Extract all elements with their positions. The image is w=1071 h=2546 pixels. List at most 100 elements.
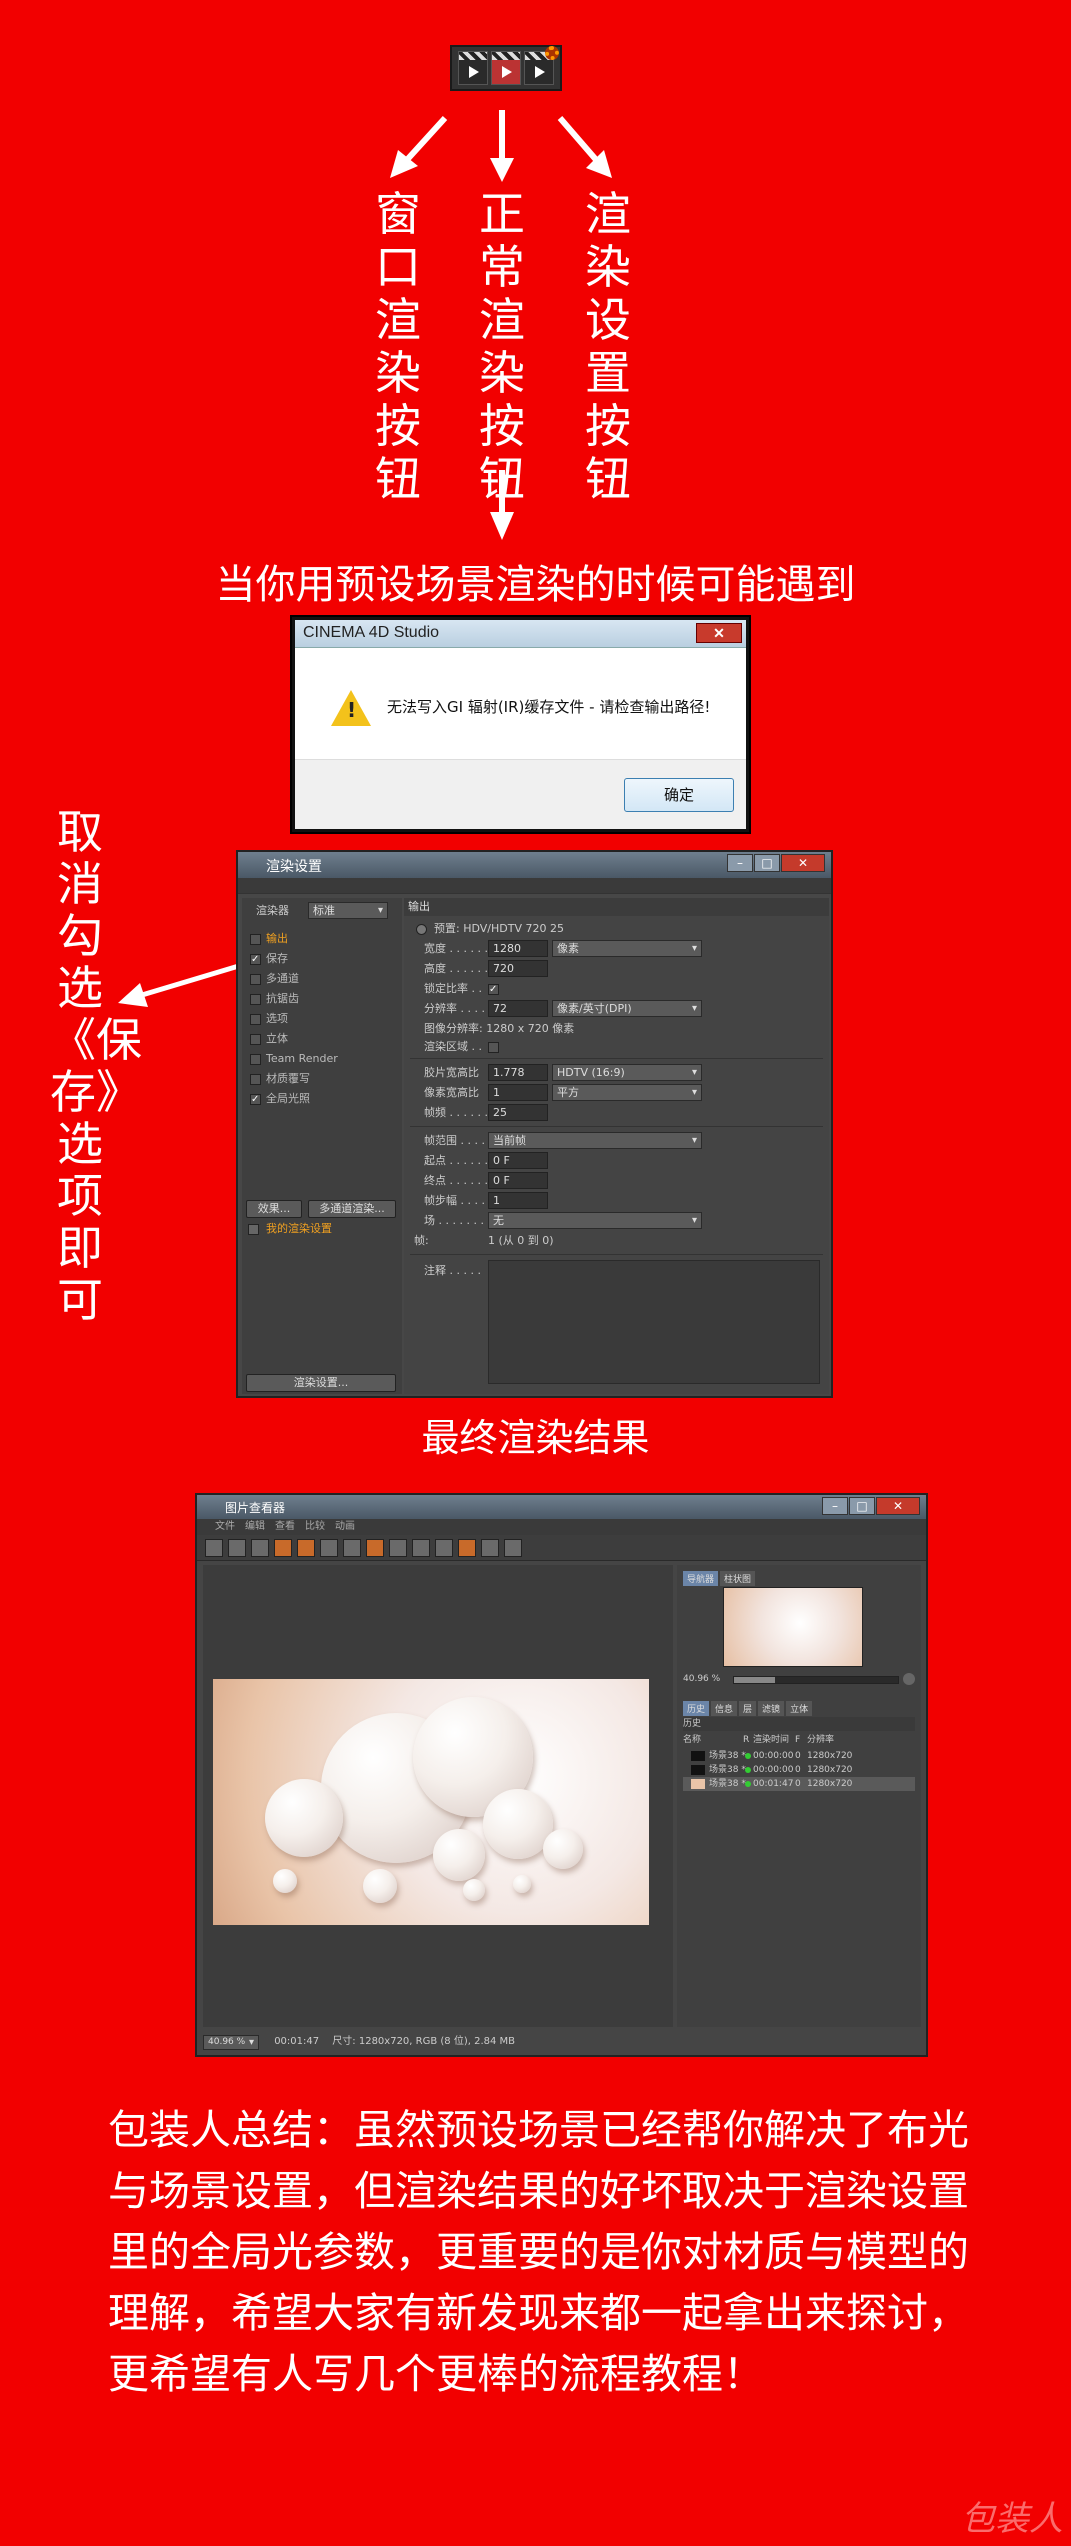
menu-item[interactable]: 比较 (305, 1521, 325, 1532)
settings-item[interactable]: 多通道 (266, 970, 299, 988)
history-tab[interactable]: 滤镜 (758, 1701, 785, 1716)
navigator-thumbnail[interactable] (723, 1587, 863, 1667)
grid-icon[interactable] (504, 1538, 522, 1557)
ab-compare-icon[interactable] (458, 1538, 476, 1557)
history-title: 历史 (683, 1717, 915, 1731)
my-render-settings[interactable]: 我的渲染设置 (266, 1220, 332, 1238)
history-row[interactable]: 场景38 * 00:00:00 0 1280x720 (683, 1749, 915, 1763)
history-time: 00:00:00 (753, 1765, 794, 1775)
pixel-aspect-field[interactable]: 1 (488, 1084, 548, 1101)
menu-item[interactable]: 文件 (215, 1521, 235, 1532)
settings-item-checkbox[interactable] (250, 1014, 261, 1025)
settings-item[interactable]: 保存 (266, 950, 288, 968)
settings-item[interactable]: 全局光照 (266, 1090, 310, 1108)
menu-item[interactable]: 查看 (275, 1521, 295, 1532)
preset-expand-icon[interactable] (416, 924, 427, 935)
render-settings-button[interactable]: 渲染设置... (246, 1374, 396, 1392)
fit-icon[interactable] (389, 1538, 407, 1557)
settings-item-checkbox[interactable] (250, 1034, 261, 1045)
settings-item-checkbox[interactable] (250, 1074, 261, 1085)
settings-icon[interactable] (366, 1538, 384, 1557)
settings-item[interactable]: 输出 (266, 930, 288, 948)
maximize-button[interactable]: □ (849, 1497, 875, 1515)
film-aspect-select[interactable]: HDTV (16:9) (552, 1064, 702, 1081)
height-field[interactable]: 720 (488, 960, 548, 977)
history-tab[interactable]: 立体 (786, 1701, 813, 1716)
history-tab[interactable]: 信息 (711, 1701, 738, 1716)
close-button[interactable]: ✕ (876, 1497, 920, 1515)
history-tab[interactable]: 历史 (683, 1701, 710, 1716)
tab-navigator[interactable]: 导航器 (683, 1571, 719, 1586)
pixel-aspect-select[interactable]: 平方 (552, 1084, 702, 1101)
settings-item[interactable]: Team Render (266, 1050, 338, 1068)
close-button[interactable]: ✕ (781, 854, 825, 872)
history-row[interactable]: 场景38 * 00:00:00 0 1280x720 (683, 1763, 915, 1777)
status-zoom[interactable]: 40.96 % (203, 2035, 259, 2050)
render-region-icon[interactable] (343, 1538, 361, 1557)
maximize-button[interactable]: □ (754, 854, 780, 872)
swap-icon[interactable] (481, 1538, 499, 1557)
resolution-field[interactable]: 72 (488, 1000, 548, 1017)
window-render-icon[interactable] (457, 51, 488, 85)
history-tab[interactable]: 层 (739, 1701, 757, 1716)
settings-item-checkbox[interactable] (250, 1054, 261, 1065)
settings-item-checkbox[interactable]: ✓ (250, 1094, 261, 1105)
window-title: 图片查看器 (225, 1501, 286, 1515)
stop-icon[interactable] (297, 1538, 315, 1557)
sphere (433, 1829, 485, 1881)
dialog-titlebar: CINEMA 4D Studio ✕ (295, 620, 746, 648)
close-button[interactable]: ✕ (696, 623, 742, 643)
settings-item[interactable]: 选项 (266, 1010, 288, 1028)
ok-button[interactable]: 确定 (624, 778, 734, 812)
pixel-aspect-label: 像素宽高比 (424, 1086, 479, 1099)
frame-step-field[interactable]: 1 (488, 1192, 548, 1209)
zoom-menu-icon[interactable] (903, 1673, 915, 1685)
menu-item[interactable]: 动画 (335, 1521, 355, 1532)
effects-button[interactable]: 效果... (246, 1200, 302, 1218)
normal-render-label: 正常渲染按钮 (479, 187, 525, 506)
render-settings-icon[interactable] (524, 46, 560, 85)
tab-histogram[interactable]: 柱状图 (720, 1571, 756, 1586)
menu-item[interactable]: 编辑 (245, 1521, 265, 1532)
film-aspect-field[interactable]: 1.778 (488, 1064, 548, 1081)
render-icon[interactable] (274, 1538, 292, 1557)
settings-item-checkbox[interactable] (250, 994, 261, 1005)
fps-field[interactable]: 25 (488, 1104, 548, 1121)
settings-item[interactable]: 立体 (266, 1030, 288, 1048)
multipass-button[interactable]: 多通道渲染... (308, 1200, 396, 1218)
width-unit-select[interactable]: 像素 (552, 940, 702, 957)
frame-step-label: 帧步幅 . . . . (424, 1194, 485, 1207)
region-icon[interactable] (320, 1538, 338, 1557)
width-field[interactable]: 1280 (488, 940, 548, 957)
lock-ratio-checkbox[interactable]: ✓ (488, 984, 499, 995)
settings-item-checkbox[interactable] (250, 934, 261, 945)
history-res: 1280x720 (807, 1751, 853, 1761)
channel-icon[interactable] (412, 1538, 430, 1557)
field-select[interactable]: 无 (488, 1212, 702, 1229)
copy-icon[interactable] (251, 1538, 269, 1557)
renderer-select[interactable]: 标准 (308, 902, 388, 919)
sphere (543, 1829, 583, 1869)
notes-field[interactable] (488, 1260, 820, 1384)
image-canvas (203, 1565, 673, 2027)
normal-render-icon[interactable] (490, 51, 521, 85)
dialog-title: CINEMA 4D Studio (303, 624, 440, 641)
zoom-slider[interactable] (733, 1676, 899, 1684)
history-name: 场景38 * (709, 1779, 746, 1789)
sphere (463, 1879, 485, 1901)
resolution-unit-select[interactable]: 像素/英寸(DPI) (552, 1000, 702, 1017)
save-icon[interactable] (228, 1538, 246, 1557)
history-row[interactable]: 场景38 * 00:01:47 0 1280x720 (683, 1777, 915, 1791)
start-field[interactable]: 0 F (488, 1152, 548, 1169)
render-region-checkbox[interactable] (488, 1042, 499, 1053)
frame-range-select[interactable]: 当前帧 (488, 1132, 702, 1149)
settings-item[interactable]: 抗锯齿 (266, 990, 299, 1008)
minimize-button[interactable]: – (727, 854, 753, 872)
settings-item-checkbox[interactable]: ✓ (250, 954, 261, 965)
settings-item-checkbox[interactable] (250, 974, 261, 985)
open-icon[interactable] (205, 1538, 223, 1557)
end-field[interactable]: 0 F (488, 1172, 548, 1189)
minimize-button[interactable]: – (822, 1497, 848, 1515)
settings-item[interactable]: 材质覆写 (266, 1070, 310, 1088)
alpha-icon[interactable] (435, 1538, 453, 1557)
